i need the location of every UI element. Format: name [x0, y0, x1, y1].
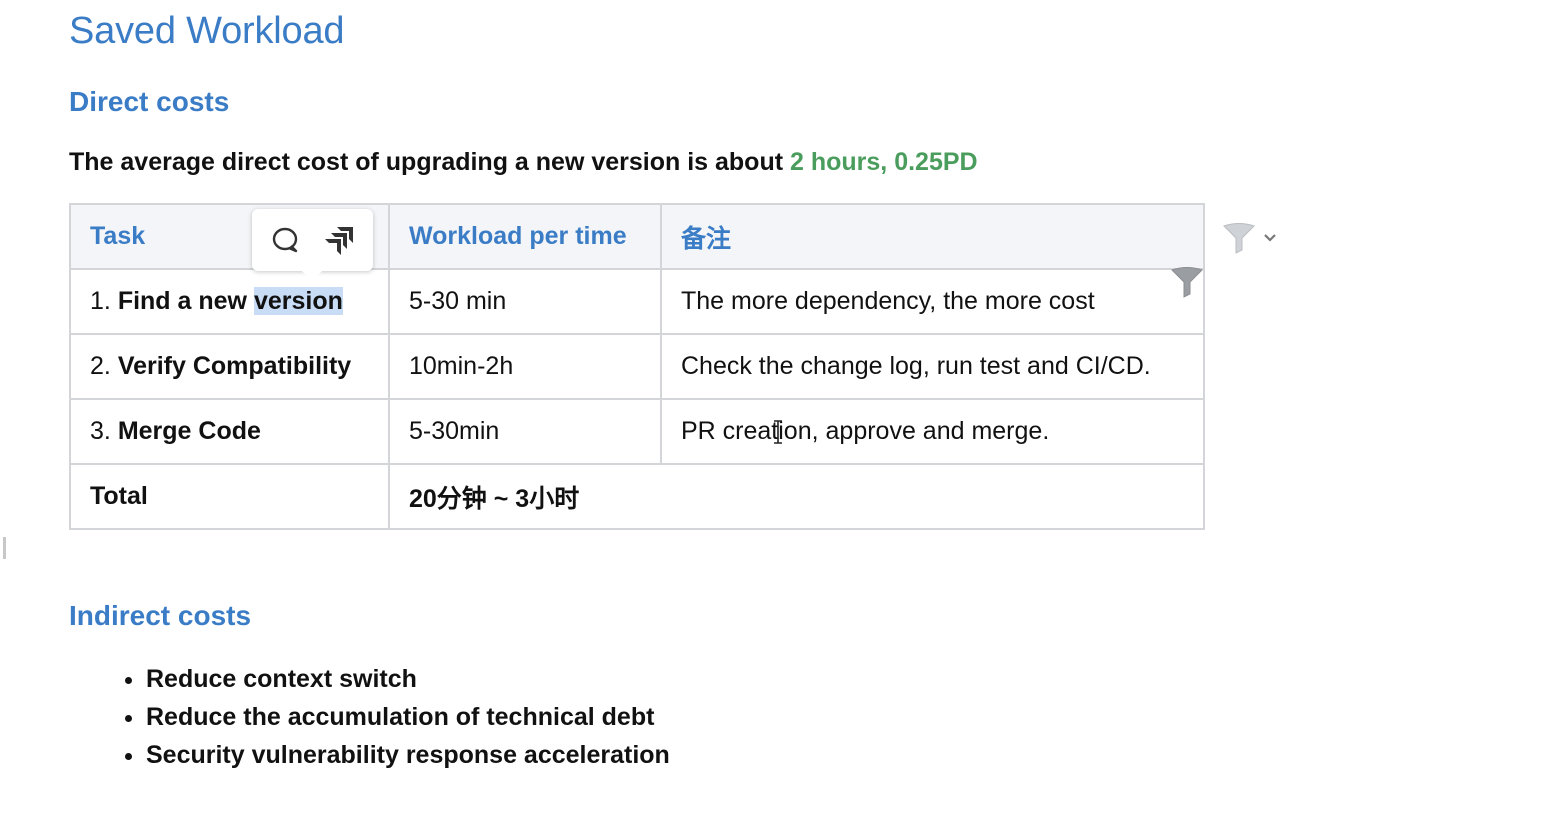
- inline-comment-popover: [252, 209, 373, 281]
- table-header-row: Task Workload per time 备注: [69, 203, 1205, 270]
- comment-icon: [273, 227, 298, 253]
- total-label-cell[interactable]: Total: [69, 463, 390, 530]
- workload-cell[interactable]: 10min-2h: [388, 333, 662, 400]
- indirect-costs-list: Reduce context switch Reduce the accumul…: [110, 660, 670, 774]
- column-filter-button[interactable]: [1170, 266, 1204, 303]
- workload-table: Task Workload per time 备注 1. Find a new …: [69, 203, 1205, 530]
- filter-icon: [1171, 267, 1203, 298]
- direct-costs-heading: Direct costs: [69, 86, 230, 117]
- table-row: 1. Find a new version 5-30 min The more …: [69, 268, 1205, 335]
- summary-highlight: 2 hours, 0.25PD: [790, 148, 978, 176]
- chevron-down-icon: [1264, 234, 1276, 242]
- scroll-edge-marker: [3, 537, 6, 559]
- task-name: Find a new version: [117, 287, 343, 315]
- summary-text: The average direct cost of upgrading a n…: [69, 148, 784, 176]
- task-number: 1.: [90, 287, 111, 315]
- list-item: Reduce context switch: [146, 660, 670, 698]
- table-row: 3. Merge Code 5-30min PR creation, appro…: [69, 398, 1205, 465]
- note-cell[interactable]: The more dependency, the more cost: [660, 268, 1205, 335]
- note-cell[interactable]: Check the change log, run test and CI/CD…: [660, 333, 1205, 400]
- text-cursor-icon: [774, 420, 782, 444]
- page-title: Saved Workload: [69, 10, 345, 52]
- task-number: 2.: [90, 352, 111, 380]
- create-jira-issue-button[interactable]: [318, 218, 362, 262]
- add-comment-button[interactable]: [263, 218, 307, 262]
- workload-cell[interactable]: 5-30min: [388, 398, 662, 465]
- total-value-cell[interactable]: 20分钟 ~ 3小时: [388, 463, 1205, 530]
- task-cell[interactable]: 3. Merge Code: [69, 398, 390, 465]
- table-row: 2. Verify Compatibility 10min-2h Check t…: [69, 333, 1205, 400]
- filter-icon: [1223, 223, 1255, 254]
- task-name: Verify Compatibility: [117, 352, 352, 380]
- header-notes: 备注: [660, 203, 1205, 270]
- table-filter-control[interactable]: [1222, 222, 1278, 254]
- selected-text[interactable]: version: [253, 287, 343, 315]
- jira-icon: [324, 227, 353, 255]
- list-item: Security vulnerability response accelera…: [146, 736, 670, 774]
- task-name: Merge Code: [117, 417, 261, 445]
- note-cell[interactable]: PR creation, approve and merge.: [660, 398, 1205, 465]
- list-item: Reduce the accumulation of technical deb…: [146, 698, 670, 736]
- task-number: 3.: [90, 417, 111, 445]
- header-workload: Workload per time: [388, 203, 662, 270]
- table-total-row: Total 20分钟 ~ 3小时: [69, 463, 1205, 530]
- workload-cell[interactable]: 5-30 min: [388, 268, 662, 335]
- task-cell[interactable]: 1. Find a new version: [69, 268, 390, 335]
- indirect-costs-heading: Indirect costs: [69, 600, 252, 631]
- direct-cost-summary: The average direct cost of upgrading a n…: [69, 148, 978, 177]
- task-cell[interactable]: 2. Verify Compatibility: [69, 333, 390, 400]
